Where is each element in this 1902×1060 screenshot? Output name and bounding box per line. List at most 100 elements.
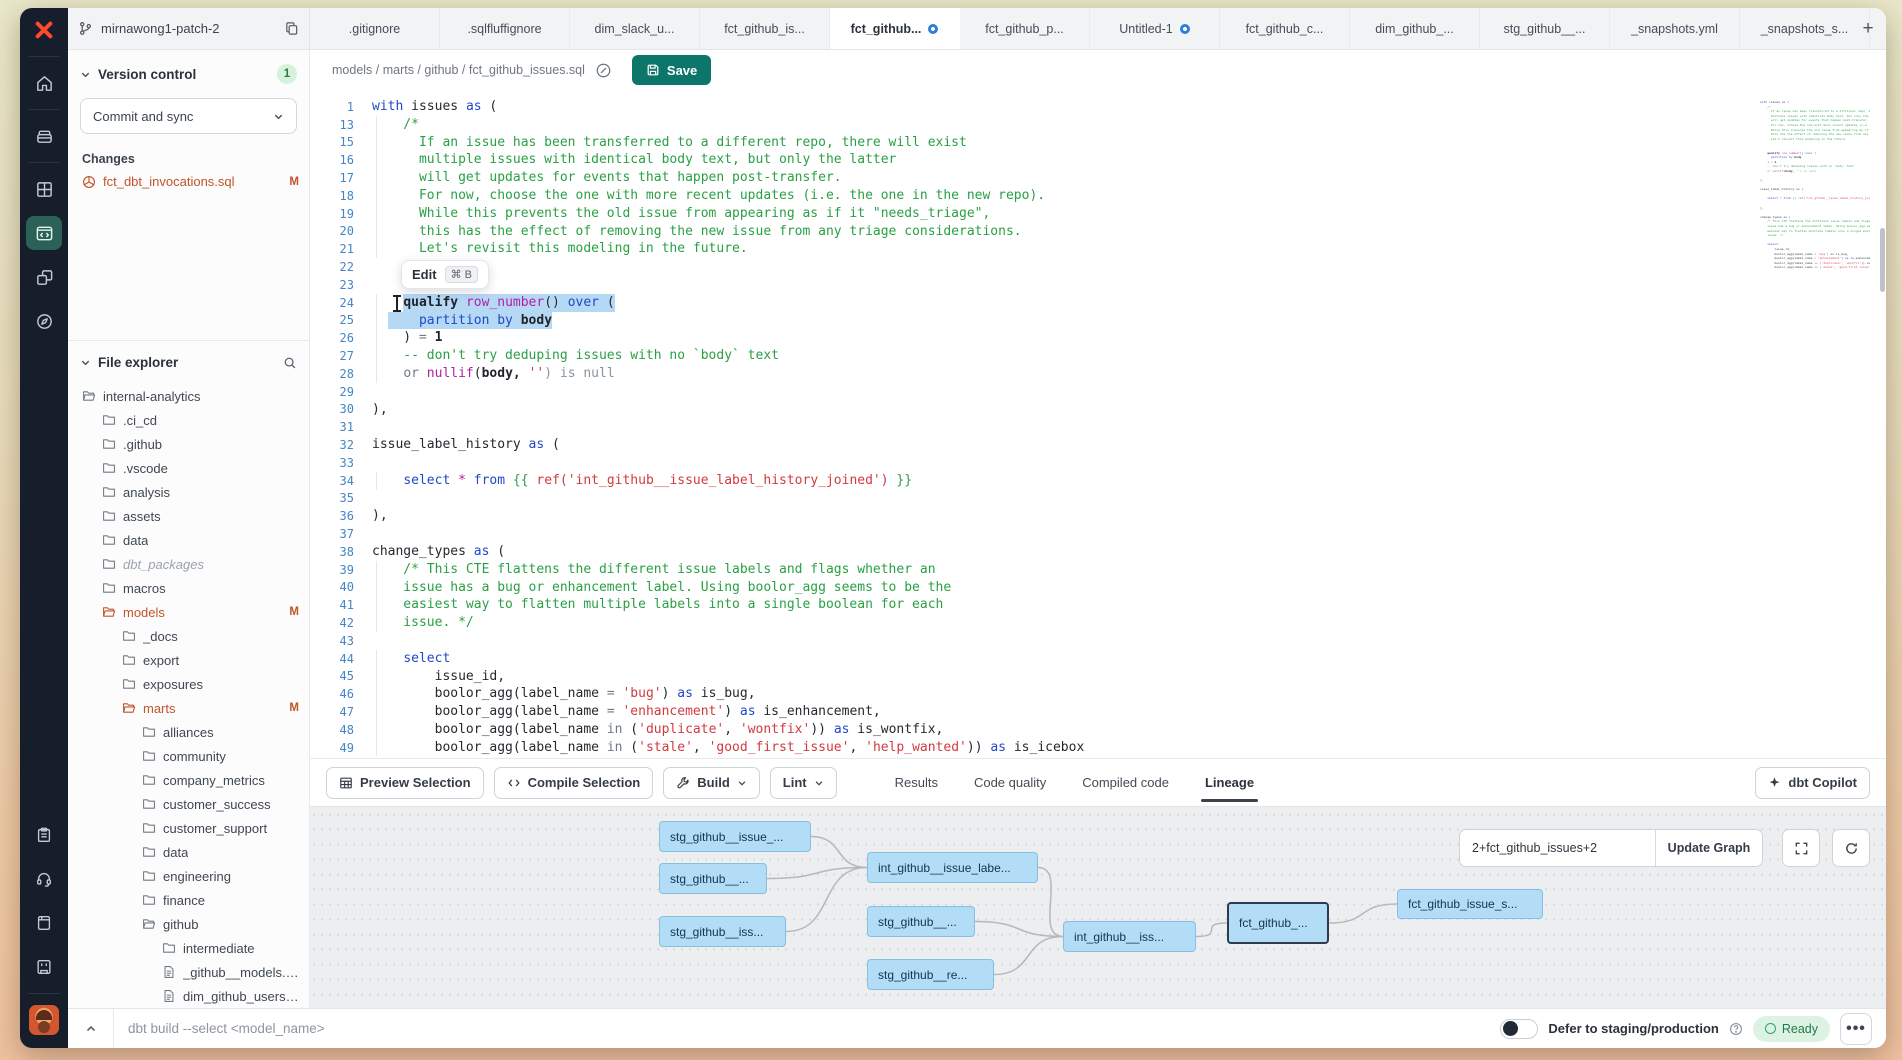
code-line[interactable]: 44 select (310, 650, 1756, 668)
file-tree-file[interactable]: dim_github_users.sql (68, 984, 309, 1008)
file-tree-folder[interactable]: export (68, 648, 309, 672)
file-tree-folder[interactable]: .ci_cd (68, 408, 309, 432)
file-tree-folder[interactable]: intermediate (68, 936, 309, 960)
code-line[interactable]: 41 easiest way to flatten multiple label… (310, 596, 1756, 614)
file-tree-folder[interactable]: alliances (68, 720, 309, 744)
file-tree-folder[interactable]: .github (68, 432, 309, 456)
save-button[interactable]: Save (632, 55, 711, 85)
search-icon[interactable] (283, 356, 297, 370)
file-tree-folder[interactable]: martsM (68, 696, 309, 720)
file-tree-folder[interactable]: exposures (68, 672, 309, 696)
more-options-button[interactable]: ••• (1840, 1013, 1872, 1045)
file-tree-folder[interactable]: data (68, 840, 309, 864)
code-line[interactable]: 30), (310, 401, 1756, 419)
compile-selection-button[interactable]: Compile Selection (494, 767, 654, 799)
update-graph-button[interactable]: Update Graph (1656, 830, 1762, 866)
code-line[interactable]: 32issue_label_history as ( (310, 436, 1756, 454)
projects-icon[interactable] (20, 114, 68, 158)
lineage-node[interactable]: stg_github__iss... (659, 916, 786, 947)
code-line[interactable]: 47 boolor_agg(label_name = 'enhancement'… (310, 703, 1756, 721)
support-headset-icon[interactable] (20, 857, 68, 901)
lineage-selector-input[interactable]: 2+fct_github_issues+2 (1460, 830, 1656, 866)
minimap[interactable]: with issues as ( /* If an issue has been… (1760, 100, 1870, 270)
collapse-command-bar-button[interactable] (68, 1009, 114, 1048)
file-tree-folder[interactable]: engineering (68, 864, 309, 888)
file-tree-folder[interactable]: community (68, 744, 309, 768)
help-icon[interactable] (1729, 1022, 1743, 1036)
file-explorer-header[interactable]: File explorer (68, 341, 309, 376)
preview-selection-button[interactable]: Preview Selection (326, 767, 484, 799)
code-line[interactable]: 34 select * from {{ ref('int_github__iss… (310, 472, 1756, 490)
code-line[interactable]: 15 If an issue has been transferred to a… (310, 134, 1756, 152)
orchestration-icon[interactable] (20, 255, 68, 299)
lineage-node[interactable]: fct_github_... (1227, 902, 1329, 944)
changed-file-row[interactable]: fct_dbt_invocations.sql M (68, 170, 309, 193)
explore-compass-icon[interactable] (20, 299, 68, 343)
lineage-node[interactable]: stg_github__issue_... (659, 821, 811, 852)
file-context-icon[interactable] (595, 62, 612, 79)
file-tree-folder[interactable]: modelsM (68, 600, 309, 624)
code-line[interactable]: 37 (310, 525, 1756, 543)
editor-tab[interactable]: .sqlfluffignore (440, 8, 570, 49)
editor-tab[interactable]: dim_slack_u... (570, 8, 700, 49)
lineage-panel[interactable]: stg_github__issue_... stg_github__... stg_… (310, 806, 1886, 1008)
code-line[interactable]: 38change_types as ( (310, 543, 1756, 561)
lineage-node[interactable]: stg_github__... (867, 906, 975, 937)
code-line[interactable]: 18 For now, choose the one with more rec… (310, 187, 1756, 205)
code-line[interactable]: 24 qualify row_number() over ( (310, 294, 1756, 312)
dashboard-grid-icon[interactable] (20, 167, 68, 211)
editor-tab[interactable]: _snapshots.yml (1610, 8, 1740, 49)
lineage-node[interactable]: int_github__issue_labe... (867, 852, 1038, 883)
code-editor-nav[interactable] (20, 211, 68, 255)
lineage-node[interactable]: stg_github__... (659, 863, 767, 894)
code-line[interactable]: 42 issue. */ (310, 614, 1756, 632)
docs-book-icon[interactable] (20, 901, 68, 945)
code-line[interactable]: 19 While this prevents the old issue fro… (310, 205, 1756, 223)
code-line[interactable]: 40 issue has a bug or enhancement label.… (310, 579, 1756, 597)
code-line[interactable]: 28 or nullif(body, '') is null (310, 365, 1756, 383)
status-badge[interactable]: Ready (1753, 1016, 1830, 1042)
editor-tab[interactable]: fct_github_p... (960, 8, 1090, 49)
code-line[interactable]: 36), (310, 507, 1756, 525)
new-tab-button[interactable]: + (1850, 8, 1886, 49)
file-tree-folder[interactable]: dbt_packages (68, 552, 309, 576)
code-line[interactable]: 49 boolor_agg(label_name in ('stale', 'g… (310, 739, 1756, 757)
result-tab-code-quality[interactable]: Code quality (974, 759, 1046, 806)
editor-tab[interactable]: fct_github... (830, 8, 960, 49)
refresh-button[interactable] (1832, 829, 1870, 867)
editor-tab[interactable]: .gitignore (310, 8, 440, 49)
changelog-panel-icon[interactable] (20, 945, 68, 989)
code-line[interactable]: 26 ) = 1 (310, 329, 1756, 347)
commit-and-sync-button[interactable]: Commit and sync (80, 98, 297, 134)
code-line[interactable]: 43 (310, 632, 1756, 650)
code-line[interactable]: 17 will get updates for events that happ… (310, 169, 1756, 187)
file-tree-folder[interactable]: customer_support (68, 816, 309, 840)
editor-tab[interactable]: Untitled-1 (1090, 8, 1220, 49)
file-tree-folder[interactable]: data (68, 528, 309, 552)
code-editor[interactable]: 1with issues as (13 /*15 If an issue has… (310, 90, 1886, 758)
result-tab-compiled-code[interactable]: Compiled code (1082, 759, 1169, 806)
file-tree-folder[interactable]: github (68, 912, 309, 936)
fullscreen-button[interactable] (1782, 829, 1820, 867)
code-line[interactable]: 1with issues as ( (310, 98, 1756, 116)
defer-toggle[interactable] (1500, 1019, 1538, 1039)
lineage-node[interactable]: int_github__iss... (1063, 921, 1196, 952)
editor-tab[interactable]: fct_github_is... (700, 8, 830, 49)
user-avatar[interactable] (20, 998, 68, 1042)
code-line[interactable]: 48 boolor_agg(label_name in ('duplicate'… (310, 721, 1756, 739)
file-tree-folder[interactable]: company_metrics (68, 768, 309, 792)
file-tree-folder[interactable]: _docs (68, 624, 309, 648)
code-line[interactable]: 46 boolor_agg(label_name = 'bug') as is_… (310, 685, 1756, 703)
edit-popup[interactable]: Edit ⌘ B (401, 260, 489, 289)
lineage-node[interactable]: stg_github__re... (867, 959, 994, 990)
code-line[interactable]: 39 /* This CTE flattens the different is… (310, 561, 1756, 579)
code-line[interactable]: 25 partition by body (310, 312, 1756, 330)
file-tree-folder[interactable]: customer_success (68, 792, 309, 816)
home-icon[interactable] (20, 61, 68, 105)
file-tree-folder[interactable]: .vscode (68, 456, 309, 480)
code-line[interactable]: 35 (310, 490, 1756, 508)
code-line[interactable]: 20 this has the effect of removing the n… (310, 223, 1756, 241)
git-branch-widget[interactable]: mirnawong1-patch-2 (68, 8, 310, 49)
code-line[interactable]: 45 issue_id, (310, 668, 1756, 686)
dbt-copilot-button[interactable]: dbt Copilot (1755, 767, 1870, 799)
